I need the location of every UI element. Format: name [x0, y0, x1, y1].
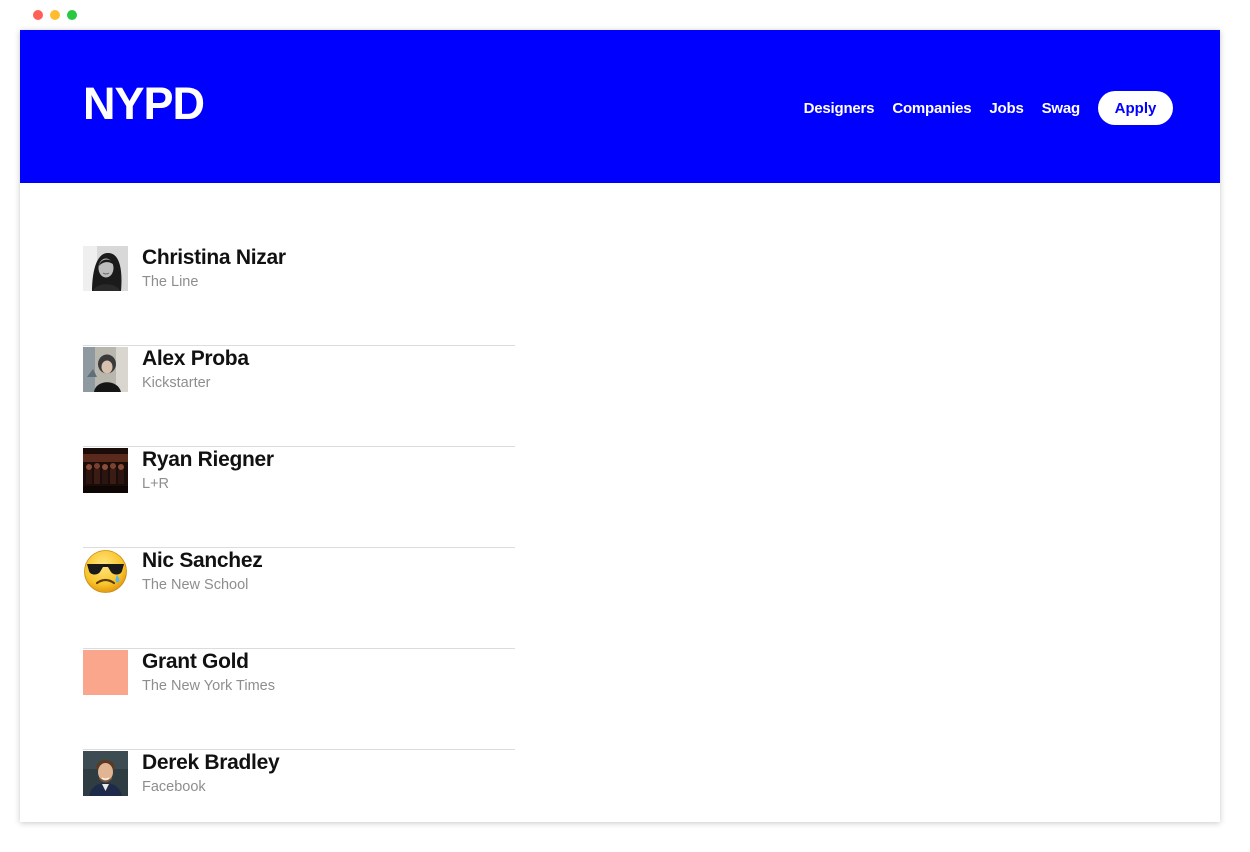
nav-designers[interactable]: Designers	[804, 100, 875, 117]
window-controls	[33, 10, 77, 20]
list-item[interactable]: Christina Nizar The Line	[83, 245, 515, 346]
avatar	[83, 751, 128, 796]
avatar	[83, 347, 128, 392]
designer-name[interactable]: Alex Proba	[142, 346, 249, 372]
avatar	[83, 448, 128, 493]
sunglasses-tear-emoji-icon	[83, 549, 128, 594]
apply-button[interactable]: Apply	[1098, 91, 1173, 125]
minimize-window-dot[interactable]	[50, 10, 60, 20]
list-item[interactable]: Nic Sanchez The New School	[83, 548, 515, 649]
designer-company: The Line	[142, 274, 199, 290]
avatar	[83, 650, 128, 695]
designer-name[interactable]: Nic Sanchez	[142, 548, 263, 574]
close-window-dot[interactable]	[33, 10, 43, 20]
list-item[interactable]: Alex Proba Kickstarter	[83, 346, 515, 447]
avatar	[83, 246, 128, 291]
maximize-window-dot[interactable]	[67, 10, 77, 20]
list-item[interactable]: Derek Bradley Facebook	[83, 750, 515, 822]
designer-company: Kickstarter	[142, 375, 211, 391]
designer-company: L+R	[142, 476, 170, 492]
designer-name[interactable]: Christina Nizar	[142, 245, 286, 271]
designer-company: The New School	[142, 577, 249, 593]
list-item[interactable]: Grant Gold The New York Times	[83, 649, 515, 750]
nav-jobs[interactable]: Jobs	[989, 100, 1023, 117]
main-nav: Designers Companies Jobs Swag Apply	[804, 91, 1173, 125]
designer-company: The New York Times	[142, 678, 275, 694]
nav-companies[interactable]: Companies	[892, 100, 971, 117]
designer-name[interactable]: Grant Gold	[142, 649, 249, 675]
site-header: NYPD Designers Companies Jobs Swag Apply	[20, 30, 1220, 183]
designer-list: Christina Nizar The Line Alex Proba Kick…	[83, 245, 515, 822]
site-logo[interactable]: NYPD	[83, 81, 205, 126]
designer-company: Facebook	[142, 779, 206, 795]
browser-window: NYPD Designers Companies Jobs Swag Apply	[20, 30, 1220, 822]
designer-name[interactable]: Derek Bradley	[142, 750, 280, 776]
list-item[interactable]: Ryan Riegner L+R	[83, 447, 515, 548]
nav-swag[interactable]: Swag	[1042, 100, 1081, 117]
designer-name[interactable]: Ryan Riegner	[142, 447, 274, 473]
